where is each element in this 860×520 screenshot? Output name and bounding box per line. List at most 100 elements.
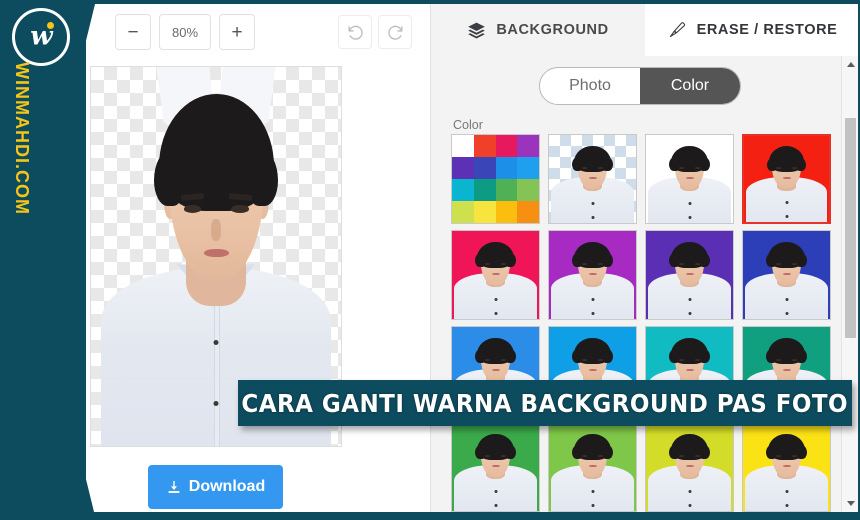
swatch-light-green[interactable] xyxy=(548,422,637,512)
mini-eye-right xyxy=(500,358,506,361)
mode-photo-option[interactable]: Photo xyxy=(540,68,640,104)
scroll-down-icon[interactable] xyxy=(842,495,858,512)
title-banner: CARA GANTI WARNA BACKGROUND PAS FOTO xyxy=(238,380,852,426)
tab-erase-restore-label: ERASE / RESTORE xyxy=(696,22,838,38)
palette-cell-5[interactable] xyxy=(473,157,496,179)
mini-hair xyxy=(669,145,710,172)
portrait-button xyxy=(213,400,219,406)
mini-eye-left xyxy=(679,358,685,361)
mini-hair xyxy=(669,241,710,268)
mini-eye-right xyxy=(694,166,700,169)
swatch-color-picker[interactable] xyxy=(451,134,540,224)
history-controls xyxy=(338,15,412,49)
swatch-red[interactable] xyxy=(742,134,831,224)
palette-cell-9[interactable] xyxy=(473,179,496,201)
scroll-up-icon[interactable] xyxy=(842,56,858,73)
mini-eye-right xyxy=(791,166,797,169)
portrait-eye-left xyxy=(183,205,201,213)
mode-color-label: Color xyxy=(670,77,710,94)
mini-button xyxy=(785,503,788,507)
panel-scrollbar[interactable] xyxy=(841,56,858,512)
palette-cell-3[interactable] xyxy=(517,135,539,157)
color-swatch-grid xyxy=(451,134,831,512)
mini-eye-left xyxy=(582,454,588,457)
swatch-transparent[interactable] xyxy=(548,134,637,224)
mini-eye-left xyxy=(679,454,685,457)
palette-cell-12[interactable] xyxy=(452,201,474,223)
swatch-pink[interactable] xyxy=(451,230,540,320)
mini-button xyxy=(785,311,788,315)
swatch-purple[interactable] xyxy=(645,230,734,320)
editor-pane: − 80% + Download xyxy=(52,4,430,512)
swatch-thumbnail xyxy=(549,231,636,319)
mini-eye-left xyxy=(582,166,588,169)
palette-cell-1[interactable] xyxy=(473,135,496,157)
swatch-thumbnail xyxy=(646,231,733,319)
screenshot-root: − 80% + Download BACKGROUND ERASE / REST… xyxy=(0,0,860,520)
background-mode-toggle[interactable]: Photo Color xyxy=(539,67,741,105)
mode-color-option[interactable]: Color xyxy=(640,68,740,104)
palette-cell-4[interactable] xyxy=(452,157,474,179)
palette-cell-2[interactable] xyxy=(495,135,518,157)
mini-eye-right xyxy=(597,454,603,457)
mini-eye-left xyxy=(582,358,588,361)
mini-eye-left xyxy=(776,262,782,265)
mini-eye-left xyxy=(485,262,491,265)
zoom-controls: − 80% + xyxy=(115,14,255,50)
undo-button[interactable] xyxy=(338,15,372,49)
scrollbar-thumb[interactable] xyxy=(845,118,856,338)
palette-cell-10[interactable] xyxy=(495,179,518,201)
mini-eye-right xyxy=(694,454,700,457)
mini-eye-right xyxy=(694,358,700,361)
redo-icon xyxy=(386,23,405,42)
color-picker-palette xyxy=(452,135,539,223)
mini-button xyxy=(785,201,788,205)
zoom-in-label: + xyxy=(231,21,243,43)
zoom-in-button[interactable]: + xyxy=(219,14,255,50)
palette-cell-0[interactable] xyxy=(452,135,474,157)
mini-eye-right xyxy=(500,262,506,265)
tab-erase-restore[interactable]: ERASE / RESTORE xyxy=(645,4,858,56)
swatch-thumbnail xyxy=(646,423,733,511)
redo-button[interactable] xyxy=(378,15,412,49)
mini-hair xyxy=(766,241,807,268)
mini-eye-right xyxy=(597,166,603,169)
palette-cell-14[interactable] xyxy=(495,201,518,223)
mini-button xyxy=(785,489,788,493)
title-banner-text: CARA GANTI WARNA BACKGROUND PAS FOTO xyxy=(241,388,849,418)
swatch-thumbnail xyxy=(549,423,636,511)
mini-hair xyxy=(572,433,613,460)
brand-logo-letter: w xyxy=(30,21,52,52)
brand-watermark-strip: w WINMAHDI.COM xyxy=(0,0,86,520)
mini-eye-right xyxy=(597,262,603,265)
swatch-green[interactable] xyxy=(451,422,540,512)
mini-hair xyxy=(766,146,806,173)
zoom-level-display[interactable]: 80% xyxy=(159,14,211,50)
mini-hair xyxy=(669,337,710,364)
swatch-white[interactable] xyxy=(645,134,734,224)
app-window: − 80% + Download BACKGROUND ERASE / REST… xyxy=(52,4,858,512)
mini-eye-right xyxy=(597,358,603,361)
palette-cell-6[interactable] xyxy=(495,157,518,179)
palette-cell-11[interactable] xyxy=(517,179,539,201)
swatch-indigo[interactable] xyxy=(742,230,831,320)
mini-button xyxy=(785,215,788,219)
palette-cell-13[interactable] xyxy=(473,201,496,223)
mini-button xyxy=(494,311,497,315)
mini-eye-left xyxy=(679,262,685,265)
mini-eye-right xyxy=(791,262,797,265)
layers-icon xyxy=(467,21,486,40)
swatch-magenta[interactable] xyxy=(548,230,637,320)
mini-eye-left xyxy=(776,454,782,457)
palette-cell-7[interactable] xyxy=(517,157,539,179)
zoom-out-button[interactable]: − xyxy=(115,14,151,50)
palette-cell-8[interactable] xyxy=(452,179,474,201)
mini-button xyxy=(494,489,497,493)
editor-toolbar: − 80% + xyxy=(52,4,430,60)
swatch-yellow-green[interactable] xyxy=(645,422,734,512)
palette-cell-15[interactable] xyxy=(517,201,539,223)
tab-background[interactable]: BACKGROUND xyxy=(431,4,645,56)
swatch-yellow[interactable] xyxy=(742,422,831,512)
download-button[interactable]: Download xyxy=(148,465,283,509)
mini-button xyxy=(688,311,691,315)
